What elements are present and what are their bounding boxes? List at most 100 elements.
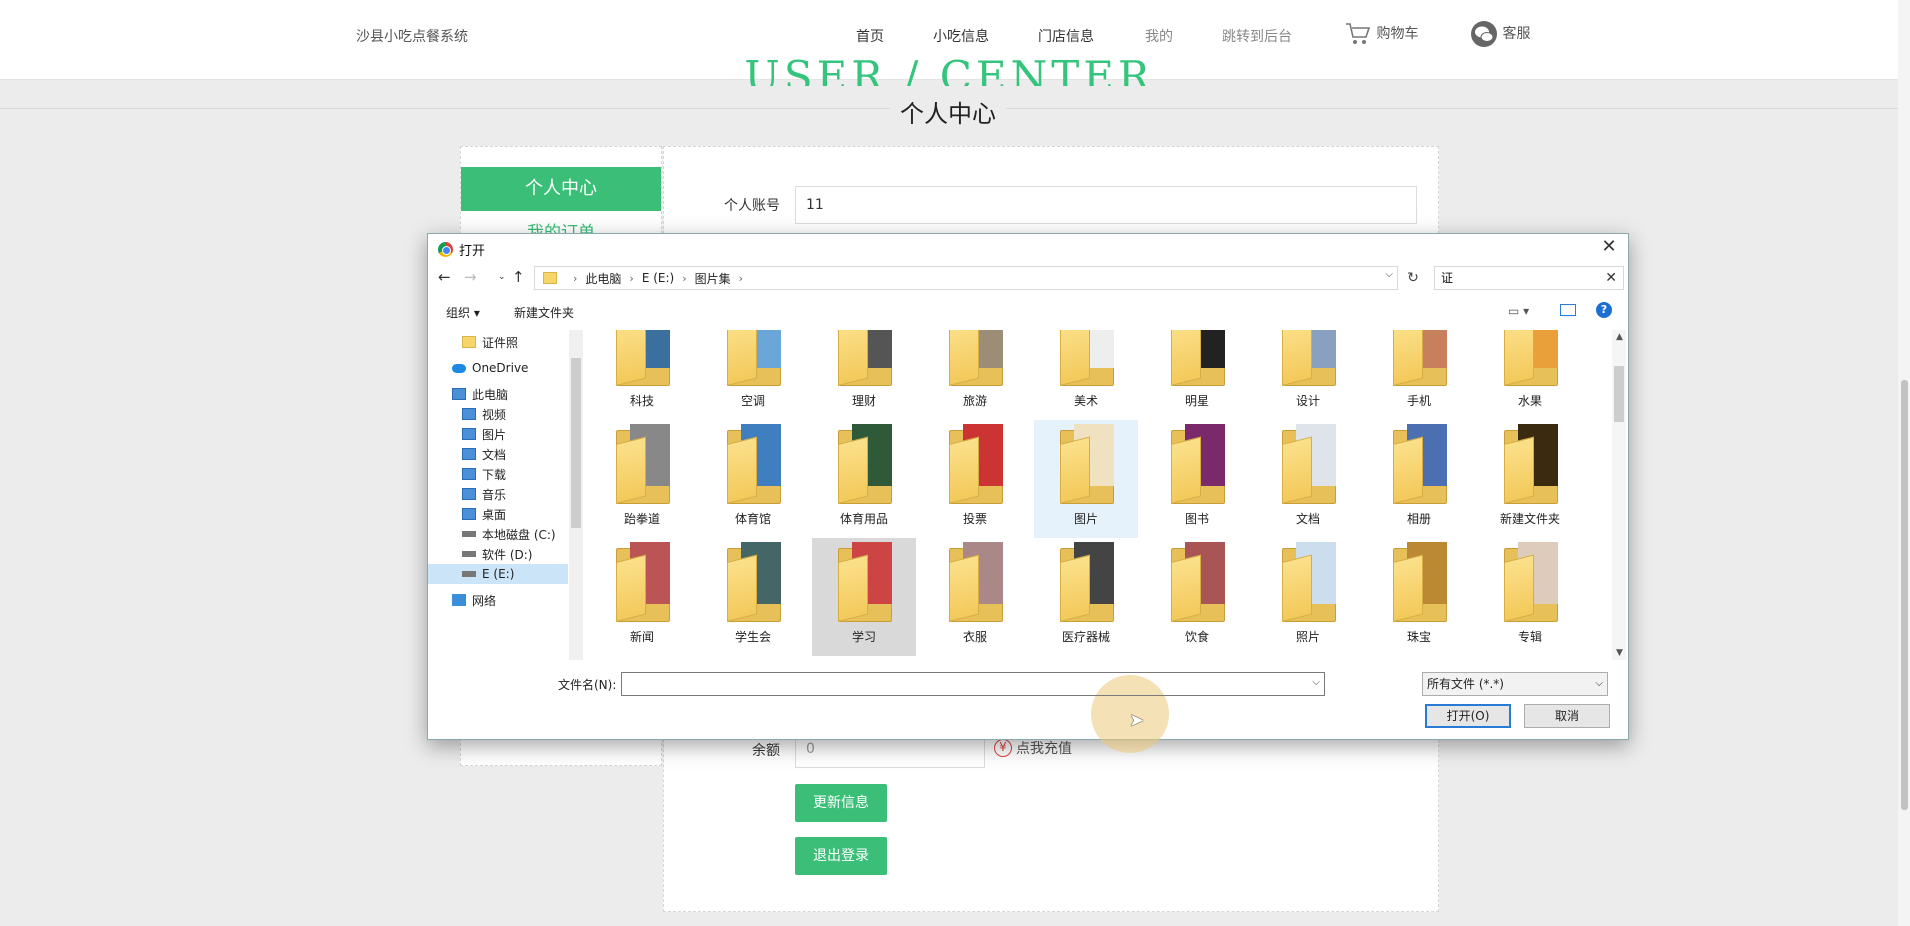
address-bar[interactable]: › 此电脑 › E (E:) › 图片集 › ⌵: [534, 266, 1398, 290]
folder-tile[interactable]: 水果: [1478, 330, 1582, 420]
logout-button[interactable]: 退出登录: [795, 837, 887, 875]
help-icon[interactable]: ?: [1596, 302, 1612, 318]
folder-tile[interactable]: 投票: [923, 420, 1027, 538]
tree-scrollbar-thumb[interactable]: [571, 358, 581, 528]
tree-item-drive-c[interactable]: 本地磁盘 (C:): [462, 524, 556, 544]
folder-tile[interactable]: 文档: [1256, 420, 1360, 538]
account-field[interactable]: 11: [795, 186, 1417, 224]
folder-tile[interactable]: 新建文件夹: [1478, 420, 1582, 538]
folder-front: [1393, 330, 1423, 386]
folder-tile[interactable]: 相册: [1367, 420, 1471, 538]
address-row: ← → ⌄ ↑ › 此电脑 › E (E:) › 图片集 › ⌵ ↻ 证 ✕: [428, 264, 1628, 294]
folder-tile[interactable]: 学习: [812, 538, 916, 656]
tree-item-id-photos[interactable]: 证件照: [462, 332, 518, 352]
dialog-title: 打开: [459, 244, 486, 259]
folder-tile[interactable]: 明星: [1145, 330, 1249, 420]
tree-item-music[interactable]: 音乐: [462, 484, 506, 504]
nav-cart[interactable]: 购物车: [1344, 20, 1418, 48]
folder-label: 照片: [1295, 630, 1320, 644]
folder-tile[interactable]: 新闻: [590, 538, 694, 656]
scroll-up-icon[interactable]: ▲: [1616, 332, 1623, 342]
folder-tile[interactable]: 珠宝: [1367, 538, 1471, 656]
new-folder-button[interactable]: 新建文件夹: [514, 304, 574, 321]
chevron-down-icon[interactable]: ⌵: [1312, 677, 1320, 688]
folder-tile[interactable]: 学生会: [701, 538, 805, 656]
tree-item-drive-e[interactable]: E (E:): [428, 564, 568, 584]
update-info-button[interactable]: 更新信息: [795, 784, 887, 822]
folder-tile[interactable]: 旅游: [923, 330, 1027, 420]
folder-icon: [543, 272, 557, 284]
nav-mine[interactable]: 我的: [1145, 26, 1173, 46]
mouse-cursor-icon: ➤: [1129, 710, 1145, 731]
tree-item-downloads[interactable]: 下载: [462, 464, 506, 484]
site-brand[interactable]: 沙县小吃点餐系统: [356, 26, 468, 46]
folder-tile[interactable]: 跆拳道: [590, 420, 694, 538]
drive-icon: [462, 551, 476, 557]
tree-item-this-pc[interactable]: 此电脑: [452, 384, 508, 404]
folder-tile[interactable]: 衣服: [923, 538, 1027, 656]
search-input[interactable]: 证 ✕: [1434, 266, 1624, 290]
folder-tile[interactable]: 照片: [1256, 538, 1360, 656]
folder-tile[interactable]: 美术: [1034, 330, 1138, 420]
cloud-icon: [452, 363, 466, 373]
account-label: 个人账号: [724, 198, 780, 214]
breadcrumb-pictures[interactable]: 图片集: [695, 270, 731, 287]
scroll-down-icon[interactable]: ▼: [1616, 648, 1623, 658]
folder-tile[interactable]: 理财: [812, 330, 916, 420]
document-icon: [462, 448, 476, 460]
drive-icon: [462, 531, 476, 537]
folder-tile[interactable]: 空调: [701, 330, 805, 420]
breadcrumb-drive-e[interactable]: E (E:): [642, 271, 674, 285]
organize-menu[interactable]: 组织 ▾: [446, 304, 480, 321]
grid-scrollbar-thumb[interactable]: [1614, 366, 1624, 422]
folder-tile[interactable]: 体育用品: [812, 420, 916, 538]
folder-tile[interactable]: 专辑: [1478, 538, 1582, 656]
folder-tile[interactable]: 科技: [590, 330, 694, 420]
forward-arrow-icon[interactable]: →: [464, 268, 477, 286]
folder-label: 图书: [1184, 512, 1209, 526]
nav-stores[interactable]: 门店信息: [1038, 26, 1094, 46]
folder-tile[interactable]: 图书: [1145, 420, 1249, 538]
back-arrow-icon[interactable]: ←: [438, 268, 451, 286]
navigation-tree: 证件照 OneDrive 此电脑 视频 图片 文档 下载 音乐 桌面 本地磁盘 …: [428, 330, 583, 660]
nav-home[interactable]: 首页: [856, 26, 884, 46]
refresh-icon[interactable]: ↻: [1400, 266, 1426, 290]
sidebar-item-orders[interactable]: 我的订单: [461, 218, 661, 233]
tree-item-onedrive[interactable]: OneDrive: [452, 358, 528, 378]
preview-pane-icon[interactable]: [1560, 304, 1576, 316]
tree-item-desktop[interactable]: 桌面: [462, 504, 506, 524]
tree-item-documents[interactable]: 文档: [462, 444, 506, 464]
nav-snacks[interactable]: 小吃信息: [933, 26, 989, 46]
folder-label: 科技: [629, 394, 654, 408]
recent-locations-icon[interactable]: ⌄: [498, 272, 506, 282]
page-scrollbar-thumb[interactable]: [1901, 380, 1908, 810]
nav-service[interactable]: 客服: [1470, 20, 1530, 48]
folder-label: 图片: [1073, 512, 1098, 526]
tree-item-network[interactable]: 网络: [452, 590, 496, 610]
folder-tile[interactable]: 体育馆: [701, 420, 805, 538]
cancel-button[interactable]: 取消: [1524, 704, 1610, 728]
filetype-select[interactable]: 所有文件 (*.*) ⌵: [1422, 672, 1608, 696]
sidebar-item-user-center[interactable]: 个人中心: [461, 167, 661, 211]
tree-item-drive-d[interactable]: 软件 (D:): [462, 544, 532, 564]
folder-tile[interactable]: 设计: [1256, 330, 1360, 420]
open-button[interactable]: 打开(O): [1425, 704, 1511, 728]
tree-item-videos[interactable]: 视频: [462, 404, 506, 424]
folder-tile[interactable]: 手机: [1367, 330, 1471, 420]
clear-search-icon[interactable]: ✕: [1605, 267, 1617, 289]
folder-tile[interactable]: 图片: [1034, 420, 1138, 538]
folder-tile[interactable]: 医疗器械: [1034, 538, 1138, 656]
folder-tile[interactable]: 饮食: [1145, 538, 1249, 656]
breadcrumb-this-pc[interactable]: 此电脑: [585, 270, 621, 287]
recharge-link[interactable]: ¥ 点我充值: [994, 738, 1072, 758]
folder-front: [1393, 436, 1423, 504]
folder-front: [616, 330, 646, 386]
close-icon[interactable]: ✕: [1596, 235, 1622, 259]
nav-backend[interactable]: 跳转到后台: [1222, 26, 1292, 46]
folder-front: [1171, 436, 1201, 504]
chevron-down-icon[interactable]: ⌵: [1385, 269, 1393, 280]
up-arrow-icon[interactable]: ↑: [512, 268, 525, 286]
tree-item-pictures[interactable]: 图片: [462, 424, 506, 444]
filename-input[interactable]: ⌵: [621, 672, 1325, 696]
view-options-icon[interactable]: ▭ ▾: [1508, 304, 1529, 318]
